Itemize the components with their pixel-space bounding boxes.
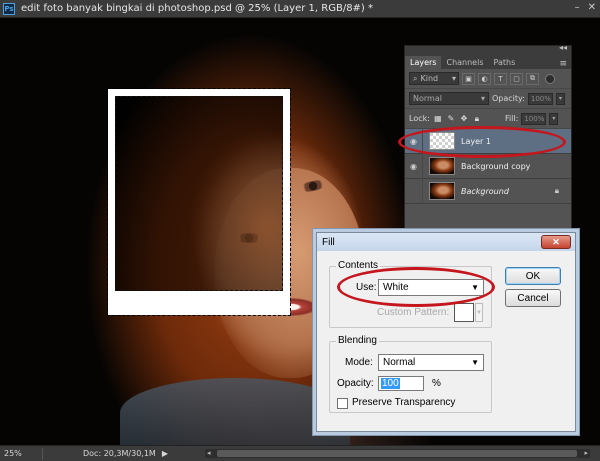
minimize-button[interactable]: – bbox=[575, 2, 580, 13]
layers-panel: ◂◂ Layers Channels Paths ≡ ⌕ Kind ▾ ▣ ◐ … bbox=[404, 43, 572, 235]
opacity-slider-button[interactable]: ▾ bbox=[555, 92, 565, 105]
fill-dialog: Fill ✕ Contents Use: White ▼ Custom Patt… bbox=[316, 232, 576, 432]
layer-opacity-field[interactable]: 100% bbox=[527, 92, 553, 105]
shape-icon[interactable]: ▢ bbox=[510, 72, 523, 85]
collapse-panel-button[interactable]: ◂◂ bbox=[559, 43, 567, 52]
filter-kind-select[interactable]: ⌕ Kind ▾ bbox=[409, 72, 459, 85]
polaroid-frame-selection[interactable] bbox=[107, 88, 291, 316]
lock-transparent-pixels-icon[interactable]: ▦ bbox=[433, 114, 443, 124]
title-bar: Ps edit foto banyak bingkai di photoshop… bbox=[0, 0, 600, 18]
frame-bottom-border bbox=[108, 291, 290, 315]
visibility-eye-icon[interactable]: ◉ bbox=[405, 153, 423, 179]
frame-left-border bbox=[108, 89, 115, 315]
mode-select[interactable]: Normal ▼ bbox=[378, 354, 484, 371]
opacity-input-value: 100 bbox=[381, 378, 400, 389]
document-size-info: Doc: 20,3M/30,1M bbox=[83, 449, 156, 458]
visibility-eye-icon[interactable]: ◉ bbox=[405, 128, 423, 154]
layer-row-layer-1[interactable]: ◉ Layer 1 bbox=[405, 128, 571, 154]
pattern-swatch bbox=[454, 303, 474, 322]
opacity-label: Opacity: bbox=[492, 94, 525, 103]
horizontal-scrollbar[interactable]: ◂ ▸ bbox=[205, 449, 590, 458]
divider bbox=[42, 447, 43, 460]
opacity-input[interactable]: 100 bbox=[378, 376, 424, 391]
fill-label: Fill: bbox=[504, 114, 519, 123]
chevron-down-icon: ▼ bbox=[471, 358, 479, 367]
lock-position-icon[interactable]: ✥ bbox=[459, 114, 469, 124]
close-icon[interactable]: ✕ bbox=[541, 235, 571, 249]
custom-pattern-label: Custom Pattern: bbox=[377, 307, 450, 318]
blend-mode-select[interactable]: Normal ▾ bbox=[409, 92, 489, 105]
chevron-down-icon: ▾ bbox=[480, 94, 485, 103]
tab-channels[interactable]: Channels bbox=[441, 56, 488, 69]
use-select[interactable]: White ▼ bbox=[378, 279, 484, 296]
contents-group-label: Contents bbox=[336, 260, 381, 271]
preserve-transparency-checkbox[interactable] bbox=[337, 398, 348, 409]
fill-slider-button[interactable]: ▾ bbox=[549, 112, 559, 125]
opacity-unit: % bbox=[432, 378, 441, 389]
adjustment-icon[interactable]: ◐ bbox=[478, 72, 491, 85]
status-bar: 25% Doc: 20,3M/30,1M ▶ ◂ ▸ bbox=[0, 445, 600, 461]
layer-fill-field[interactable]: 100% bbox=[521, 112, 547, 125]
blend-mode-value: Normal bbox=[413, 94, 442, 103]
layer-row-background-copy[interactable]: ◉ Background copy bbox=[405, 153, 571, 179]
layer-name: Background bbox=[461, 186, 509, 196]
tab-paths[interactable]: Paths bbox=[489, 56, 521, 69]
panel-menu-icon[interactable]: ≡ bbox=[559, 59, 567, 69]
mode-select-value: Normal bbox=[383, 357, 416, 368]
layer-thumbnail bbox=[429, 182, 455, 200]
use-select-value: White bbox=[383, 282, 409, 293]
tab-layers[interactable]: Layers bbox=[405, 56, 442, 69]
filter-kind-label: Kind bbox=[420, 74, 439, 83]
scrollbar-thumb[interactable] bbox=[217, 450, 577, 457]
blending-group-label: Blending bbox=[336, 335, 379, 346]
lock-label: Lock: bbox=[409, 114, 430, 123]
search-icon: ⌕ bbox=[413, 73, 418, 83]
frame-top-border bbox=[108, 89, 290, 96]
document-title: edit foto banyak bingkai di photoshop.ps… bbox=[21, 3, 374, 14]
scroll-right-icon[interactable]: ▸ bbox=[584, 449, 588, 457]
layer-thumbnail bbox=[429, 132, 455, 150]
chevron-down-icon: ▼ bbox=[471, 283, 479, 292]
visibility-toggle-empty[interactable] bbox=[405, 178, 423, 204]
image-icon[interactable]: ▣ bbox=[462, 72, 475, 85]
layer-thumbnail bbox=[429, 157, 455, 175]
zoom-level[interactable]: 25% bbox=[0, 449, 42, 458]
dialog-title: Fill bbox=[322, 236, 335, 248]
mode-label: Mode: bbox=[345, 357, 373, 368]
frame-right-border bbox=[283, 89, 290, 315]
use-label: Use: bbox=[356, 282, 377, 293]
type-icon[interactable]: T bbox=[494, 72, 507, 85]
smart-object-icon[interactable]: ⧉ bbox=[526, 72, 539, 85]
layer-name: Background copy bbox=[461, 161, 531, 171]
photoshop-logo-icon: Ps bbox=[3, 2, 15, 15]
chevron-down-icon: ▾ bbox=[451, 74, 456, 83]
frame-photo-window bbox=[115, 96, 283, 291]
filter-toggle[interactable] bbox=[545, 73, 555, 84]
scroll-left-icon[interactable]: ◂ bbox=[207, 449, 211, 457]
lock-all-icon[interactable]: 🔒︎ bbox=[472, 114, 482, 124]
ok-button[interactable]: OK bbox=[505, 267, 561, 285]
lock-image-pixels-icon[interactable]: ✎ bbox=[446, 114, 456, 124]
status-menu-arrow-icon[interactable]: ▶ bbox=[162, 449, 168, 458]
lock-icon: 🔒︎ bbox=[554, 186, 559, 195]
pattern-picker-button: ▼ bbox=[475, 303, 483, 322]
preserve-transparency-label: Preserve Transparency bbox=[352, 397, 456, 408]
layer-name: Layer 1 bbox=[461, 136, 491, 146]
cancel-button[interactable]: Cancel bbox=[505, 289, 561, 307]
opacity-label: Opacity: bbox=[337, 378, 374, 389]
close-document-button[interactable]: ✕ bbox=[588, 2, 596, 13]
layer-row-background[interactable]: Background 🔒︎ bbox=[405, 178, 571, 204]
